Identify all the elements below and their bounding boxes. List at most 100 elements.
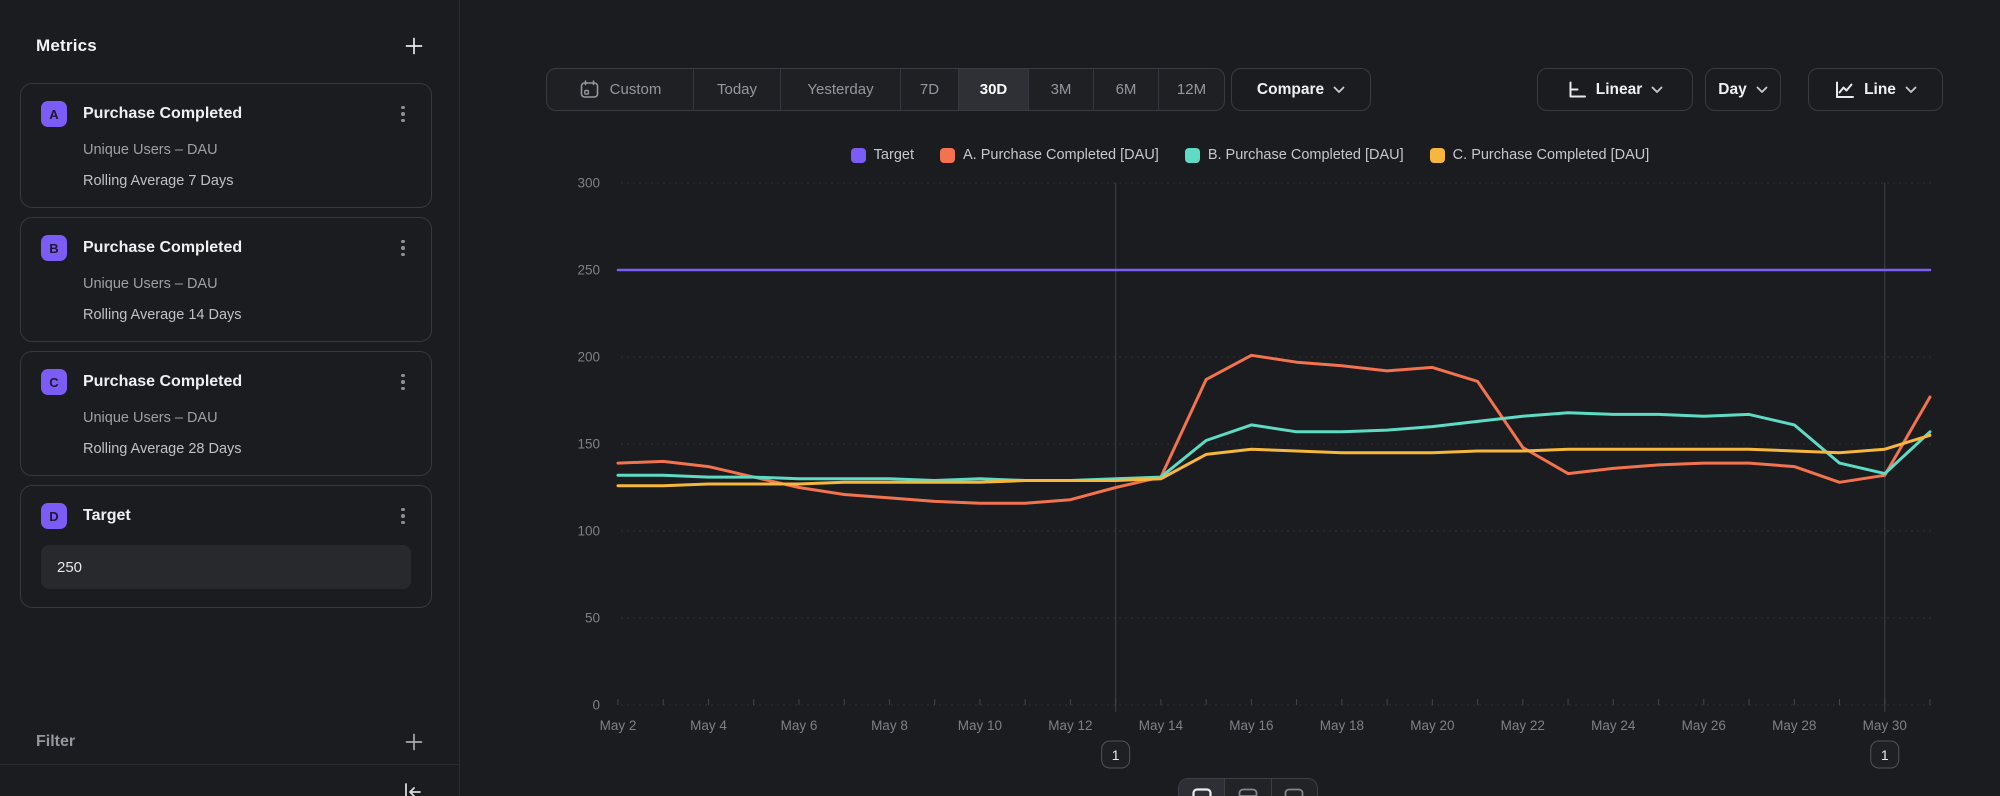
plus-icon (404, 732, 424, 752)
scale-label: Linear (1596, 81, 1643, 99)
metric-transform: Rolling Average 14 Days (83, 307, 411, 323)
metric-title: Purchase Completed (83, 105, 395, 123)
metric-measurement: Unique Users – DAU (83, 142, 411, 158)
legend-label: C. Purchase Completed [DAU] (1453, 147, 1650, 163)
y-axis-label: 100 (577, 524, 600, 539)
scale-selector-button[interactable]: Linear (1537, 68, 1693, 111)
y-axis-label: 300 (577, 176, 600, 191)
mini-line-chart-button[interactable] (1179, 779, 1224, 796)
x-axis-label: May 14 (1139, 718, 1184, 733)
y-axis-label: 250 (577, 263, 600, 278)
metric-menu-button[interactable] (395, 238, 411, 259)
x-axis-label: May 2 (600, 718, 637, 733)
interval-label: Day (1718, 81, 1746, 99)
filter-title: Filter (36, 733, 75, 751)
add-metric-button[interactable] (403, 35, 425, 57)
mini-table-button[interactable] (1271, 779, 1317, 796)
metric-badge: B (41, 235, 67, 261)
metric-card-c[interactable]: C Purchase Completed Unique Users – DAU Rol… (20, 351, 432, 476)
x-axis-label: May 4 (690, 718, 727, 733)
y-axis-label: 150 (577, 437, 600, 452)
x-axis-label: May 8 (871, 718, 908, 733)
add-filter-button[interactable] (403, 731, 425, 753)
chevron-down-icon (1333, 86, 1345, 94)
chart-rows-icon (1238, 788, 1258, 796)
x-axis-label: May 6 (781, 718, 818, 733)
legend-item[interactable]: A. Purchase Completed [DAU] (940, 147, 1159, 163)
legend-item[interactable]: Target (851, 147, 914, 163)
collapse-sidebar-button[interactable] (401, 780, 425, 796)
x-axis-label: May 20 (1410, 718, 1454, 733)
legend-item[interactable]: C. Purchase Completed [DAU] (1430, 147, 1650, 163)
target-card[interactable]: D Target 250 (20, 485, 432, 608)
metric-transform: Rolling Average 28 Days (83, 441, 411, 457)
metric-measurement: Unique Users – DAU (83, 410, 411, 426)
legend-swatch (851, 148, 866, 163)
range-custom[interactable]: Custom (547, 69, 693, 110)
line-chart-icon (1834, 80, 1855, 100)
metric-menu-button[interactable] (395, 104, 411, 125)
legend-label: A. Purchase Completed [DAU] (963, 147, 1159, 163)
compare-button[interactable]: Compare (1231, 68, 1371, 111)
target-value-input[interactable]: 250 (41, 545, 411, 589)
x-axis-label: May 24 (1591, 718, 1636, 733)
chevron-down-icon (1756, 86, 1768, 94)
y-axis-label: 50 (585, 611, 600, 626)
chart-area: 0 50 100 150 200 250 300 May 2 May 4 May 6 May 8 Ma… (560, 170, 2000, 796)
y-axis-label: 200 (577, 350, 600, 365)
x-axis-label: May 18 (1320, 718, 1364, 733)
chart-legend: Target A. Purchase Completed [DAU] B. Purc… (560, 144, 1940, 166)
legend-label: Target (874, 147, 914, 163)
plus-icon (404, 36, 424, 56)
range-yesterday[interactable]: Yesterday (780, 69, 900, 110)
range-6m[interactable]: 6M (1093, 69, 1158, 110)
metric-card-a[interactable]: A Purchase Completed Unique Users – DAU Rol… (20, 83, 432, 208)
chart-card-icon (1192, 788, 1212, 796)
target-title: Target (83, 507, 395, 525)
target-menu-button[interactable] (395, 506, 411, 527)
x-axis-label: May 22 (1501, 718, 1545, 733)
linear-scale-icon (1567, 80, 1587, 100)
date-range-control: CustomTodayYesterday7D30D3M6M12M (546, 68, 1225, 111)
chevron-down-icon (1651, 86, 1663, 94)
chart-type-label: Line (1864, 81, 1896, 99)
x-axis-label: May 28 (1772, 718, 1816, 733)
compare-label: Compare (1257, 81, 1324, 99)
calendar-icon (579, 79, 600, 100)
metrics-title: Metrics (36, 36, 97, 56)
x-axis-label: May 30 (1863, 718, 1907, 733)
metric-title: Purchase Completed (83, 373, 395, 391)
range-12m[interactable]: 12M (1158, 69, 1224, 110)
interval-selector-button[interactable]: Day (1705, 68, 1781, 111)
y-axis-label: 0 (592, 698, 600, 713)
metric-badge: D (41, 503, 67, 529)
x-axis-label: May 16 (1229, 718, 1273, 733)
metric-badge: C (41, 369, 67, 395)
metric-card-list: A Purchase Completed Unique Users – DAU Rol… (20, 83, 432, 617)
legend-swatch (1430, 148, 1445, 163)
range-7d[interactable]: 7D (900, 69, 958, 110)
metrics-sidebar: Metrics A Purchase Completed Unique Users … (0, 0, 460, 796)
range-today[interactable]: Today (693, 69, 780, 110)
range-30d[interactable]: 30D (958, 69, 1028, 110)
metric-badge: A (41, 101, 67, 127)
x-axis-label: May 12 (1048, 718, 1092, 733)
chevron-down-icon (1905, 86, 1917, 94)
legend-swatch (1185, 148, 1200, 163)
metric-measurement: Unique Users – DAU (83, 276, 411, 292)
legend-swatch (940, 148, 955, 163)
chart-type-selector-button[interactable]: Line (1808, 68, 1943, 111)
metric-title: Purchase Completed (83, 239, 395, 257)
chart-table-icon (1284, 788, 1304, 796)
annotation-badge-label: 1 (1112, 747, 1120, 763)
range-3m[interactable]: 3M (1028, 69, 1093, 110)
mini-bar-chart-button[interactable] (1224, 779, 1270, 796)
x-axis-label: May 10 (958, 718, 1002, 733)
mini-chart-type-control (1178, 778, 1318, 796)
metric-card-b[interactable]: B Purchase Completed Unique Users – DAU Rol… (20, 217, 432, 342)
collapse-left-icon (401, 780, 425, 796)
legend-item[interactable]: B. Purchase Completed [DAU] (1185, 147, 1404, 163)
metric-menu-button[interactable] (395, 372, 411, 393)
metrics-line-chart: 0 50 100 150 200 250 300 May 2 May 4 May 6 May 8 Ma… (560, 170, 2000, 796)
metric-transform: Rolling Average 7 Days (83, 173, 411, 189)
